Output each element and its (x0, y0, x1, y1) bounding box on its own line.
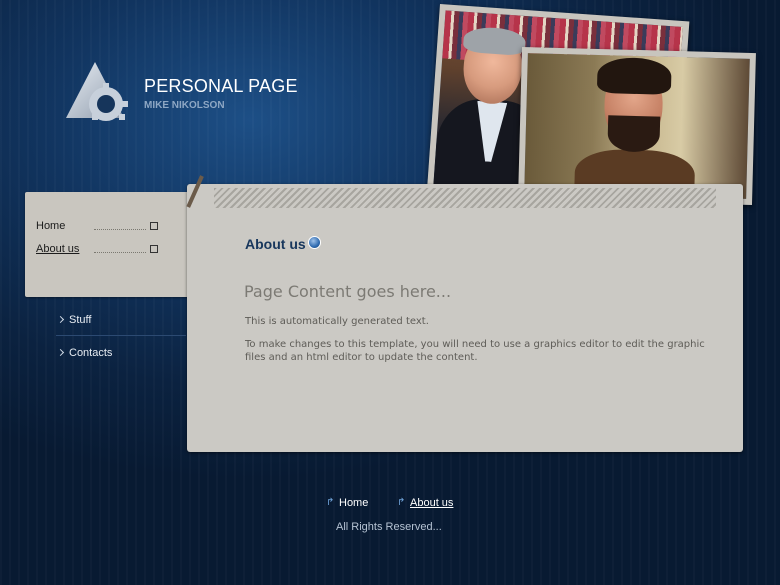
blue-orb-icon (308, 236, 321, 249)
submenu-divider (56, 335, 186, 336)
square-marker-icon (150, 222, 158, 230)
menu-dots-divider (94, 252, 146, 253)
footer-link-home[interactable]: ↱ Home (326, 497, 369, 509)
triangle-gear-logo-icon (64, 60, 142, 124)
footer-link-label: Home (339, 497, 369, 509)
curved-arrow-icon: ↱ (326, 497, 335, 508)
site-subtitle: MIKE NIKOLSON (144, 100, 225, 111)
menu-item-about-us[interactable]: About us (36, 243, 176, 259)
header-photo-bearded-man (518, 46, 756, 206)
submenu-item-label: Stuff (69, 314, 92, 326)
menu-item-label: About us (36, 243, 80, 255)
page-title: About us (245, 236, 306, 252)
site-title: PERSONAL PAGE (144, 76, 298, 96)
submenu-item-label: Contacts (69, 347, 113, 359)
menu-dots-divider (94, 229, 146, 230)
hatched-header-strip (214, 188, 716, 208)
content-heading: Page Content goes here... (244, 282, 452, 301)
footer-link-about-us[interactable]: ↱ About us (397, 497, 454, 509)
menu-item-label: Home (36, 220, 66, 232)
content-paragraph: This is automatically generated text. (245, 316, 429, 327)
curved-arrow-icon: ↱ (397, 497, 406, 508)
menu-item-home[interactable]: Home (36, 220, 176, 236)
footer-link-label: About us (410, 497, 454, 509)
square-marker-icon (150, 245, 158, 253)
copyright-text: All Rights Reserved... (336, 521, 442, 533)
content-paragraph: To make changes to this template, you wi… (245, 339, 705, 363)
